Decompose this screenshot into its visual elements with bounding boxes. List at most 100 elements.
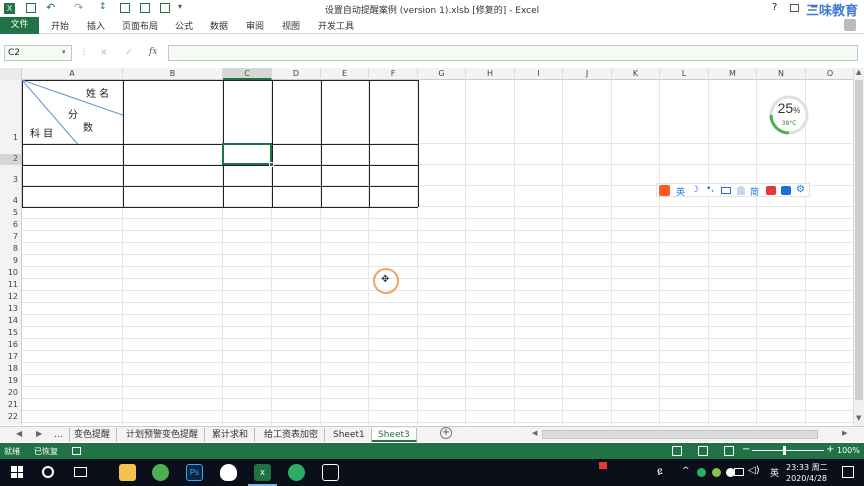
column-header-l[interactable]: L bbox=[660, 68, 709, 80]
hscroll-right-icon[interactable]: ▶ bbox=[842, 429, 847, 437]
cancel-icon[interactable]: ✕ bbox=[100, 48, 108, 58]
tab-developer[interactable]: 开发工具 bbox=[318, 19, 354, 32]
green-tray-icon[interactable] bbox=[712, 468, 721, 477]
row-header-4[interactable]: 4 bbox=[0, 196, 21, 207]
row-header-14[interactable]: 14 bbox=[0, 316, 21, 327]
scroll-thumb[interactable] bbox=[855, 80, 863, 400]
column-header-e[interactable]: E bbox=[321, 68, 369, 80]
sheet-next-icon[interactable]: ▶ bbox=[36, 429, 42, 438]
tab-data[interactable]: 数据 bbox=[210, 19, 228, 32]
wechat-icon[interactable] bbox=[288, 464, 305, 481]
column-header-b[interactable]: B bbox=[123, 68, 223, 80]
row-header-21[interactable]: 21 bbox=[0, 400, 21, 411]
row-header-9[interactable]: 9 bbox=[0, 256, 21, 267]
tab-view[interactable]: 视图 bbox=[282, 19, 300, 32]
browser-icon[interactable] bbox=[152, 464, 169, 481]
file-explorer-icon[interactable] bbox=[119, 464, 136, 481]
row-header-8[interactable]: 8 bbox=[0, 244, 21, 255]
volume-icon[interactable]: ◁) bbox=[748, 465, 760, 476]
moon-icon[interactable]: ☽ bbox=[691, 185, 699, 195]
hscroll-left-icon[interactable]: ◀ bbox=[532, 429, 537, 437]
row-header-11[interactable]: 11 bbox=[0, 280, 21, 291]
column-header-a[interactable]: A bbox=[22, 68, 123, 80]
column-header-h[interactable]: H bbox=[466, 68, 515, 80]
user-icon[interactable] bbox=[737, 186, 745, 195]
column-header-k[interactable]: K bbox=[612, 68, 660, 80]
keyboard-icon[interactable] bbox=[721, 187, 731, 194]
row-header-6[interactable]: 6 bbox=[0, 220, 21, 231]
skin-icon[interactable] bbox=[781, 186, 791, 195]
column-header-j[interactable]: J bbox=[563, 68, 612, 80]
row-header-1[interactable]: 1 bbox=[0, 133, 21, 144]
horizontal-scrollbar[interactable] bbox=[542, 430, 818, 439]
page-layout-view-icon[interactable] bbox=[698, 446, 708, 456]
row-header-18[interactable]: 18 bbox=[0, 364, 21, 375]
row-header-7[interactable]: 7 bbox=[0, 232, 21, 243]
tab-formulas[interactable]: 公式 bbox=[175, 19, 193, 32]
zoom-slider[interactable] bbox=[752, 450, 824, 451]
help-icon[interactable]: ? bbox=[772, 2, 777, 13]
row-header-17[interactable]: 17 bbox=[0, 352, 21, 363]
normal-view-icon[interactable] bbox=[672, 446, 682, 456]
tab-review[interactable]: 审阅 bbox=[246, 19, 264, 32]
qq-icon[interactable] bbox=[220, 464, 237, 481]
tab-insert[interactable]: 插入 bbox=[87, 19, 105, 32]
punctuation-icon[interactable]: •, bbox=[706, 184, 714, 194]
excel-taskbar-icon[interactable]: x bbox=[254, 464, 271, 481]
sheet-prev-icon[interactable]: ◀ bbox=[16, 429, 22, 438]
tab-page-layout[interactable]: 页面布局 bbox=[122, 19, 158, 32]
vertical-scrollbar[interactable]: ▲ ▼ bbox=[853, 68, 864, 426]
notification-icon[interactable] bbox=[842, 466, 854, 478]
name-box-dropdown-icon[interactable]: ▾ bbox=[62, 48, 66, 56]
video-icon[interactable] bbox=[766, 186, 776, 195]
sheet-tab-sheet1[interactable]: Sheet1 bbox=[327, 428, 372, 442]
zoom-in-icon[interactable]: + bbox=[826, 444, 834, 455]
sheet-tabs-ellipsis[interactable]: ... bbox=[48, 428, 70, 442]
row-header-3[interactable]: 3 bbox=[0, 175, 21, 186]
column-header-g[interactable]: G bbox=[418, 68, 466, 80]
simplified-toggle[interactable]: 简 bbox=[750, 185, 759, 198]
column-header-m[interactable]: M bbox=[709, 68, 757, 80]
row-header-12[interactable]: 12 bbox=[0, 292, 21, 303]
selected-cell-c2[interactable] bbox=[222, 143, 272, 165]
tab-home[interactable]: 开始 bbox=[51, 19, 69, 32]
enter-icon[interactable]: ✓ bbox=[125, 48, 133, 58]
scroll-up-icon[interactable]: ▲ bbox=[856, 68, 861, 76]
ribbon-display-icon[interactable] bbox=[790, 4, 799, 12]
formula-input[interactable] bbox=[168, 45, 858, 61]
sheet-tab-color-reminder[interactable]: 变色提醒 bbox=[68, 428, 118, 442]
column-header-i[interactable]: I bbox=[515, 68, 563, 80]
column-header-f[interactable]: F bbox=[369, 68, 418, 80]
insert-function-icon[interactable]: fx bbox=[149, 47, 157, 57]
tray-overflow-icon[interactable]: ^ bbox=[682, 466, 690, 476]
sheet-tab-sheet3[interactable]: Sheet3 bbox=[372, 428, 417, 442]
column-header-c[interactable]: C bbox=[223, 68, 272, 80]
row-header-16[interactable]: 16 bbox=[0, 340, 21, 351]
fill-handle[interactable] bbox=[269, 162, 274, 167]
sheet-tab-payroll-encrypt[interactable]: 给工资表加密 bbox=[258, 428, 326, 442]
zoom-slider-thumb[interactable] bbox=[783, 446, 786, 455]
macro-record-icon[interactable] bbox=[72, 447, 81, 455]
ime-tray-indicator[interactable]: 英 bbox=[770, 466, 779, 479]
sogou-logo-icon[interactable] bbox=[659, 185, 670, 196]
column-header-n[interactable]: N bbox=[757, 68, 806, 80]
photoshop-icon[interactable]: Ps bbox=[186, 464, 203, 481]
people-icon[interactable]: ዩ bbox=[657, 465, 663, 479]
select-all-corner[interactable] bbox=[0, 68, 22, 80]
windows-start-icon[interactable] bbox=[11, 466, 23, 478]
settings-icon[interactable]: ⚙ bbox=[796, 184, 805, 195]
column-header-d[interactable]: D bbox=[272, 68, 321, 80]
row-header-15[interactable]: 15 bbox=[0, 328, 21, 339]
zoom-level[interactable]: 100% bbox=[837, 446, 860, 455]
system-monitor-widget[interactable]: 25% 38°C bbox=[768, 94, 810, 136]
sheet-tab-cumulative-sum[interactable]: 累计求和 bbox=[206, 428, 256, 442]
clock-time[interactable]: 23:33 周二 bbox=[786, 462, 828, 473]
row-header-5[interactable]: 5 bbox=[0, 208, 21, 219]
pinned-note-icon[interactable] bbox=[599, 462, 607, 469]
add-sheet-button[interactable]: + bbox=[440, 427, 452, 439]
wechat-tray-icon[interactable] bbox=[697, 468, 706, 477]
task-view-icon[interactable] bbox=[74, 467, 87, 477]
clock-date[interactable]: 2020/4/28 bbox=[786, 474, 827, 483]
row-header-22[interactable]: 22 bbox=[0, 412, 21, 423]
network-icon[interactable] bbox=[734, 468, 744, 476]
